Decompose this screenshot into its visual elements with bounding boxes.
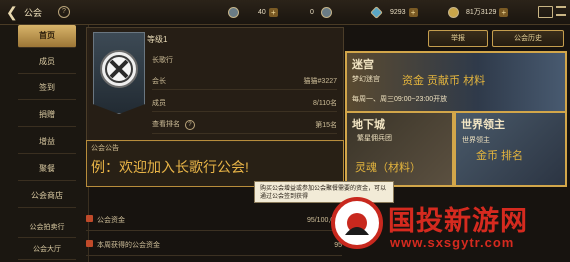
add-gold-button[interactable]: + [499, 7, 509, 17]
info-icon[interactable]: ? [184, 120, 195, 130]
gem-value: 9293 [390, 8, 406, 16]
panel-title: 迷宫 [352, 59, 374, 71]
sidebar-item-dinner[interactable]: 聚餐 [18, 158, 76, 181]
sidebar-item-label: 成员 [39, 57, 55, 66]
sidebar-item-buffs[interactable]: 增益 [18, 131, 76, 154]
notice-text: 例：欢迎加入长歌行公会! [91, 159, 249, 175]
row-value: 8/110名 [313, 99, 337, 107]
weekly-funds-row: 本周获得的公会资金 95 [86, 235, 342, 256]
sidebar-item-label: 增益 [39, 137, 55, 146]
guild-history-button[interactable]: 公会历史 [492, 30, 564, 47]
sidebar-item-label: 公会商店 [31, 191, 63, 200]
panel-rewards: 金币 排名 [476, 150, 524, 162]
guild-info-card: 等级1 长歌行 会长 猫猫#3227 成员 8/110名 查看排名 ? 第15名 [86, 27, 344, 142]
row-label: 本周获得的公会资金 [86, 240, 160, 250]
panel-schedule: 每周一、周三09:00~23:00开放 [352, 96, 448, 103]
gold-value: 81万3129 [466, 9, 497, 16]
sidebar-item-shop[interactable]: 公会商店 [18, 185, 76, 208]
maze-panel[interactable]: 迷宫 梦幻迷宫 资金 贡献币 材料 每周一、周三09:00~23:00开放 [345, 51, 567, 113]
sidebar-item-donate[interactable]: 捐赠 [18, 104, 76, 127]
add-gem-button[interactable]: + [408, 7, 418, 17]
guild-rank-row[interactable]: 查看排名 ? 第15名 [152, 116, 337, 134]
help-icon[interactable]: ? [58, 6, 70, 18]
guild-members-row: 成员 8/110名 [152, 94, 337, 112]
top-bar: ❮ 公会 ? 40 + 0 9293 + 81万3129 + [0, 0, 570, 25]
dungeon-panel[interactable]: 地下城 繁星佣兵团 灵魂（材料） [345, 111, 454, 187]
resource-energy: 40 + [228, 5, 278, 19]
panel-rewards: 资金 贡献币 材料 [402, 75, 486, 87]
watermark-logo-icon [331, 197, 383, 249]
funds-icon [86, 240, 93, 247]
coin-icon [320, 6, 332, 18]
row-label: 成员 [152, 99, 166, 107]
coin-value: 0 [310, 8, 314, 16]
guild-name: 长歌行 [152, 57, 173, 64]
mail-icon[interactable] [538, 6, 553, 18]
guild-emblem-icon [100, 50, 138, 88]
notice-title: 公会公告 [91, 145, 119, 152]
funds-tooltip: 购买公会增益或参加公会聚餐需要的资金，可以通过公会签到获得 [254, 181, 394, 203]
page-title: 公会 [24, 8, 43, 18]
gem-icon [370, 5, 383, 19]
resource-gem: 9293 + [370, 5, 418, 19]
gold-icon [448, 6, 459, 18]
back-arrow-icon[interactable]: ❮ [6, 4, 22, 20]
row-label: 公会资金 [86, 215, 125, 225]
sidebar-item-members[interactable]: 成员 [18, 51, 76, 74]
sidebar-item-label: 公会大厅 [33, 246, 61, 253]
sidebar-item-home[interactable]: 首页 [18, 25, 76, 48]
sidebar-item-auction[interactable]: 公会拍卖行 [18, 219, 76, 238]
guild-notice[interactable]: 公会公告 例：欢迎加入长歌行公会! [86, 140, 344, 187]
guild-funds-row: 公会资金 95/100,000 [86, 210, 342, 231]
watermark-text: 国投新游网 [388, 206, 528, 237]
resource-coin: 0 [310, 5, 332, 19]
menu-icon[interactable] [556, 6, 566, 16]
report-button[interactable]: 举报 [428, 30, 488, 47]
funds-icon [86, 215, 93, 222]
sidebar-item-checkin[interactable]: 签到 [18, 77, 76, 100]
sidebar-item-label: 签到 [39, 83, 55, 92]
energy-value: 40 [258, 8, 266, 16]
panel-subtitle: 梦幻迷宫 [352, 76, 380, 83]
row-label: 查看排名 ? [152, 119, 195, 130]
resource-gold: 81万3129 + [448, 5, 509, 19]
sidebar: 首页 成员 签到 捐赠 增益 聚餐 公会商店 公会拍卖行 公会大厅 [0, 25, 89, 262]
panel-subtitle: 世界领主 [462, 137, 490, 144]
world-boss-panel[interactable]: 世界领主 世界领主 金币 排名 [454, 111, 567, 187]
row-value: 猫猫#3227 [303, 77, 337, 85]
panel-rewards: 灵魂（材料） [355, 162, 421, 174]
sidebar-item-label: 公会拍卖行 [29, 224, 65, 231]
add-energy-button[interactable]: + [268, 7, 278, 17]
sidebar-item-label: 首页 [39, 31, 55, 40]
sidebar-item-label: 捐赠 [39, 110, 55, 119]
panel-title: 世界领主 [461, 119, 505, 131]
watermark-url: www.sxsgytr.com [390, 235, 515, 250]
sidebar-item-label: 聚餐 [39, 164, 55, 173]
row-label: 会长 [152, 77, 166, 85]
guild-leader-row: 会长 猫猫#3227 [152, 72, 337, 90]
energy-icon [228, 6, 239, 18]
sidebar-item-hall[interactable]: 公会大厅 [18, 241, 76, 260]
panel-title: 地下城 [352, 119, 385, 131]
panel-subtitle: 繁星佣兵团 [357, 135, 392, 142]
guild-level: 等级1 [147, 35, 168, 44]
row-value: 第15名 [315, 121, 337, 129]
